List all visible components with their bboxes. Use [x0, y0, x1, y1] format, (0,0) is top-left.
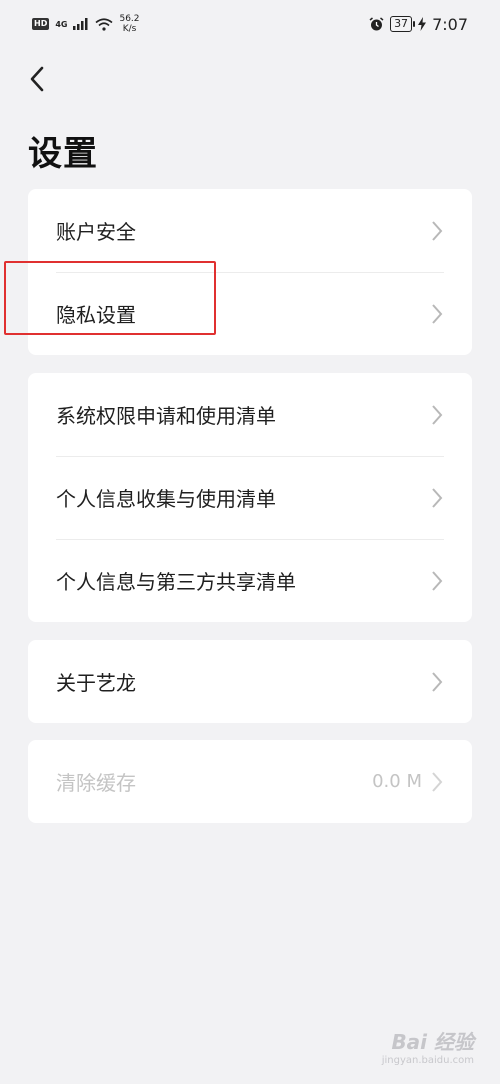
charging-icon [418, 17, 427, 31]
settings-group-about: 关于艺龙 [28, 640, 472, 723]
chevron-right-icon [432, 771, 443, 792]
chevron-right-icon [432, 487, 443, 508]
chevron-right-icon [432, 671, 443, 692]
back-button[interactable] [22, 62, 52, 96]
chevron-right-icon [432, 404, 443, 425]
status-right: 37 7:07 [369, 15, 468, 34]
system-permission-list-item[interactable]: 系统权限申请和使用清单 [28, 373, 472, 456]
signal-icon [73, 18, 88, 30]
third-party-sharing-label: 个人信息与第三方共享清单 [56, 570, 296, 594]
back-arrow-icon [30, 66, 44, 92]
settings-group-privacy-lists: 系统权限申请和使用清单 个人信息收集与使用清单 个人信息与第三方共享清单 [28, 373, 472, 622]
network-label: 4G [55, 19, 68, 29]
settings-group-account: 账户安全 隐私设置 [28, 189, 472, 355]
privacy-settings-item[interactable]: 隐私设置 [28, 272, 472, 355]
clock-time: 7:07 [432, 14, 468, 34]
status-left: HD 4G 56.2 K/s [32, 14, 140, 34]
chevron-right-icon [432, 220, 443, 241]
settings-group-cache: 清除缓存 0.0 M [28, 740, 472, 823]
cache-size-value: 0.0 M [372, 771, 422, 792]
status-bar: HD 4G 56.2 K/s 37 7:07 [0, 0, 500, 48]
network-speed-value: 56.2 [119, 14, 140, 24]
wifi-icon [95, 17, 113, 31]
privacy-settings-label: 隐私设置 [56, 303, 136, 327]
about-item[interactable]: 关于艺龙 [28, 640, 472, 723]
clear-cache-label: 清除缓存 [56, 771, 136, 795]
network-speed: 56.2 K/s [119, 14, 139, 34]
account-security-label: 账户安全 [56, 220, 136, 244]
network-speed-unit: K/s [122, 24, 137, 34]
system-permission-list-label: 系统权限申请和使用清单 [56, 404, 276, 428]
third-party-sharing-item[interactable]: 个人信息与第三方共享清单 [28, 539, 472, 622]
watermark-sub: jingyan.baidu.com [381, 1055, 474, 1066]
personal-info-collection-item[interactable]: 个人信息收集与使用清单 [28, 456, 472, 539]
clear-cache-item[interactable]: 清除缓存 0.0 M [28, 740, 472, 823]
page-title: 设置 [28, 134, 98, 174]
chevron-right-icon [432, 570, 443, 591]
about-label: 关于艺龙 [56, 671, 136, 695]
chevron-right-icon [432, 303, 443, 324]
clear-cache-right: 0.0 M [372, 771, 444, 793]
baidu-watermark: Bai 经验 jingyan.baidu.com [382, 1026, 474, 1066]
alarm-icon [369, 16, 384, 30]
battery-indicator: 37 [390, 16, 416, 32]
hd-badge: HD [32, 18, 50, 30]
account-security-item[interactable]: 账户安全 [28, 189, 472, 272]
watermark-main: Bai 经验 [391, 1030, 474, 1054]
personal-info-collection-label: 个人信息收集与使用清单 [56, 487, 276, 511]
